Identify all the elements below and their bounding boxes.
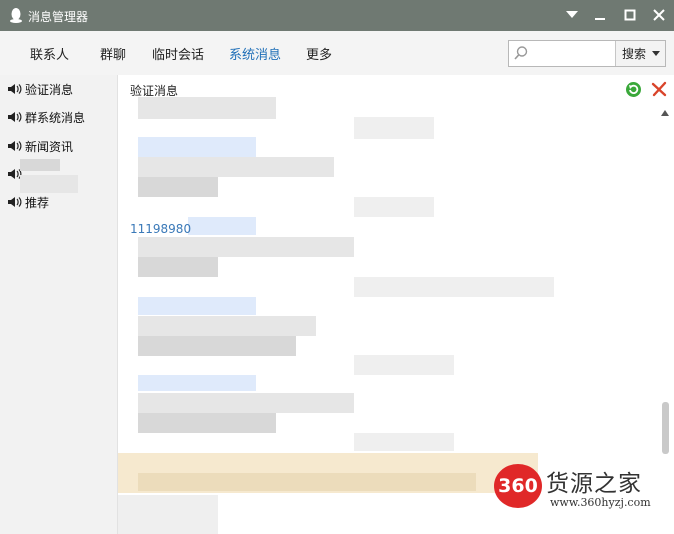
chevron-down-icon [652, 51, 660, 56]
speaker-icon [8, 84, 22, 94]
redacted-block [354, 277, 554, 297]
redacted-block [354, 433, 454, 451]
tab-contacts[interactable]: 联系人 [30, 44, 69, 63]
speaker-icon [8, 197, 22, 207]
sidebar-item-label: 新闻资讯 [25, 139, 74, 154]
qq-penguin-icon [10, 8, 22, 23]
redacted-block [354, 355, 454, 375]
search-icon [514, 46, 528, 60]
sidebar-item-label: 验证消息 [25, 82, 74, 97]
sidebar-item-news[interactable]: 新闻资讯 [8, 136, 73, 156]
redacted-block [138, 137, 256, 157]
minimize-button[interactable] [589, 5, 611, 25]
sidebar: 验证消息 群系统消息 新闻资讯 推荐 [0, 75, 118, 534]
redacted-block [138, 375, 256, 391]
tab-system-messages[interactable]: 系统消息 [229, 44, 281, 63]
sidebar-item-label: 推荐 [25, 195, 50, 210]
tab-temp-session[interactable]: 临时会话 [152, 44, 204, 63]
dropdown-menu-button[interactable] [561, 5, 583, 25]
refresh-icon[interactable] [625, 81, 642, 98]
search-button[interactable]: 搜索 [615, 41, 665, 66]
redacted-block [138, 297, 256, 315]
redacted-block [138, 413, 276, 433]
watermark-badge: 360 [494, 464, 542, 508]
sidebar-item-label: 群系统消息 [25, 110, 86, 125]
redacted-block [138, 237, 354, 257]
redacted-block [118, 495, 218, 534]
redacted-block [354, 117, 434, 139]
scroll-up-arrow-icon[interactable] [661, 110, 669, 116]
redacted-block [354, 197, 434, 217]
search-button-label: 搜索 [622, 47, 647, 61]
redacted-block [138, 336, 296, 356]
maximize-icon [624, 9, 636, 21]
tab-group-chat[interactable]: 群聊 [100, 44, 126, 63]
sidebar-item-group-system[interactable]: 群系统消息 [8, 107, 85, 127]
minimize-icon [595, 18, 605, 20]
redacted-block [138, 97, 276, 119]
sidebar-item-recommend[interactable]: 推荐 [8, 192, 49, 212]
search-input[interactable] [531, 43, 617, 64]
redacted-block [138, 473, 476, 491]
redacted-block [138, 393, 354, 413]
contact-id[interactable]: 11198980 [130, 222, 191, 236]
triangle-down-icon [566, 11, 578, 18]
delete-icon[interactable] [651, 81, 667, 97]
redacted-block [20, 175, 78, 193]
scrollbar-thumb[interactable] [662, 402, 669, 454]
redacted-block [138, 157, 334, 177]
tab-more[interactable]: 更多 [306, 44, 332, 63]
redacted-block [138, 177, 218, 197]
redacted-block [138, 316, 316, 336]
watermark-url: www.360hyzj.com [550, 496, 651, 509]
title-bar: 消息管理器 [0, 0, 674, 31]
watermark-text: 货源之家 [546, 471, 642, 497]
maximize-button[interactable] [619, 5, 641, 25]
redacted-block [188, 217, 256, 235]
redacted-block [20, 159, 60, 171]
close-button[interactable] [648, 5, 670, 25]
watermark: 360 货源之家 www.360hyzj.com [490, 455, 674, 534]
window-title: 消息管理器 [28, 10, 89, 24]
sidebar-item-verification[interactable]: 验证消息 [8, 79, 73, 99]
search-box: 搜索 [508, 40, 666, 67]
close-icon [653, 9, 665, 21]
speaker-icon [8, 112, 22, 122]
redacted-block [138, 257, 218, 277]
speaker-icon [8, 141, 22, 151]
